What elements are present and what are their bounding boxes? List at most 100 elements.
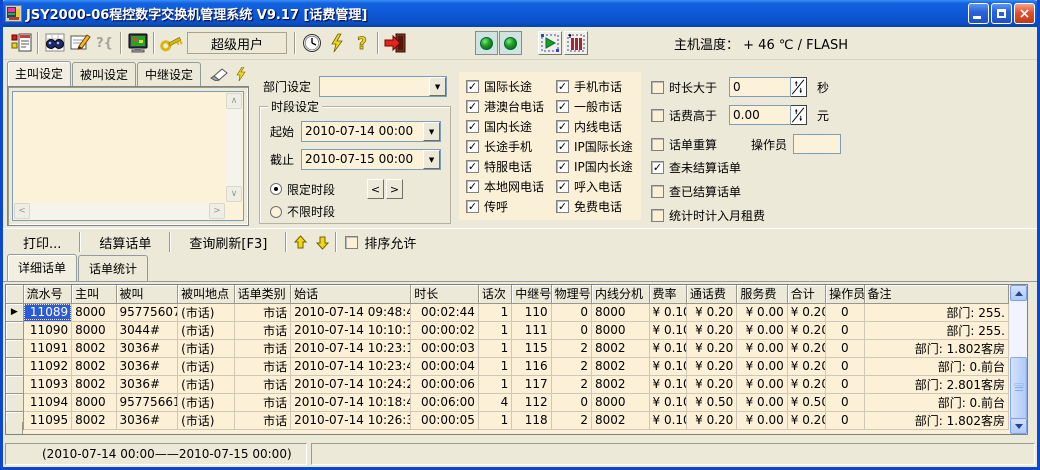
cell[interactable]: ¥ 0.20 bbox=[787, 375, 825, 393]
cell[interactable]: ¥ 0.10 bbox=[649, 393, 686, 411]
fee-input[interactable]: 0.00 bbox=[729, 105, 791, 125]
cell[interactable]: ¥ 0.10 bbox=[649, 411, 686, 429]
cell[interactable]: (市话) bbox=[178, 393, 235, 411]
dropdown-arrow-icon[interactable]: ▼ bbox=[429, 77, 446, 96]
cell[interactable]: ¥ 0.20 bbox=[787, 303, 825, 321]
list-vertical-scrollbar[interactable]: ∧ ∨ bbox=[226, 93, 242, 202]
cell[interactable]: 0 bbox=[826, 411, 864, 429]
find-icon[interactable] bbox=[42, 30, 67, 56]
exit-icon[interactable] bbox=[382, 30, 407, 56]
cell[interactable]: 00:06:00 bbox=[411, 393, 479, 411]
cell[interactable]: 8000 bbox=[72, 303, 116, 321]
cell[interactable]: 8002 bbox=[591, 357, 649, 375]
cell[interactable]: 市话 bbox=[234, 321, 291, 339]
column-header[interactable]: 被叫地点 bbox=[178, 285, 235, 303]
checkbox-checked-icon[interactable] bbox=[466, 140, 479, 153]
cell[interactable]: ¥ 0.20 bbox=[686, 411, 736, 429]
refresh-button[interactable]: 查询刷新[F3] bbox=[173, 233, 283, 252]
print-button[interactable]: 打印... bbox=[7, 233, 77, 252]
move-down-button[interactable] bbox=[311, 231, 333, 253]
monthly-fee-label[interactable]: 统计时计入月租费 bbox=[669, 207, 765, 224]
column-header[interactable]: 主叫 bbox=[72, 285, 116, 303]
cell[interactable]: 3044# bbox=[116, 321, 178, 339]
column-header[interactable]: 物理号 bbox=[551, 285, 591, 303]
cell[interactable]: 0 bbox=[826, 303, 864, 321]
end-datetime-combobox[interactable]: 2010-07-15 00:00 ▼ bbox=[301, 149, 441, 170]
clock-icon[interactable] bbox=[299, 30, 324, 56]
cell[interactable]: 117 bbox=[512, 375, 551, 393]
cell[interactable]: 8000 bbox=[591, 321, 649, 339]
column-header[interactable]: 话单类别 bbox=[234, 285, 291, 303]
cell[interactable]: 市话 bbox=[234, 375, 291, 393]
unsettled-checkbox[interactable] bbox=[651, 161, 664, 174]
cell[interactable]: 116 bbox=[512, 357, 551, 375]
column-header[interactable]: 通话费 bbox=[686, 285, 736, 303]
prev-day-button[interactable]: < bbox=[367, 179, 384, 199]
call-type-option[interactable]: 传呼 bbox=[466, 196, 556, 216]
checkbox-checked-icon[interactable] bbox=[556, 200, 569, 213]
sort-allow-checkbox[interactable] bbox=[345, 236, 358, 249]
call-type-option[interactable]: 长途手机 bbox=[466, 136, 556, 156]
cell[interactable]: 3036# bbox=[116, 375, 178, 393]
duration-label[interactable]: 时长大于 bbox=[669, 79, 717, 96]
next-day-button[interactable]: > bbox=[386, 179, 403, 199]
call-type-option[interactable]: 国际长途 bbox=[466, 76, 556, 96]
spinner-icon[interactable] bbox=[791, 105, 807, 125]
cell[interactable]: (市话) bbox=[178, 321, 235, 339]
cell[interactable]: 00:00:05 bbox=[411, 411, 479, 429]
cell[interactable]: ¥ 0.20 bbox=[686, 321, 736, 339]
settled-checkbox[interactable] bbox=[651, 185, 664, 198]
column-header[interactable]: 服务费 bbox=[737, 285, 787, 303]
cell[interactable]: 部门: 0.前台 bbox=[864, 357, 1009, 375]
call-type-option[interactable]: 手机市话 bbox=[556, 76, 633, 96]
cell[interactable]: 111 bbox=[512, 321, 551, 339]
cell[interactable]: 95775661# bbox=[116, 393, 178, 411]
cell[interactable]: 0 bbox=[551, 321, 591, 339]
tab-record-statistics[interactable]: 话单统计 bbox=[78, 255, 148, 281]
limited-period-radio[interactable] bbox=[270, 183, 282, 195]
table-row[interactable]: 1109280023036#(市话)市话2010-07-14 10:23:450… bbox=[6, 357, 1009, 375]
cell[interactable]: 118 bbox=[512, 411, 551, 429]
cell[interactable]: 2 bbox=[551, 411, 591, 429]
tab-detailed-records[interactable]: 详细话单 bbox=[7, 254, 77, 281]
cell[interactable]: ¥ 0.00 bbox=[737, 303, 787, 321]
cell[interactable]: 8002 bbox=[591, 339, 649, 357]
cell[interactable]: 0 bbox=[551, 393, 591, 411]
edit-icon[interactable] bbox=[67, 30, 92, 56]
cell[interactable]: 1 bbox=[478, 321, 511, 339]
cell[interactable]: 1 bbox=[478, 303, 511, 321]
cell[interactable]: 3036# bbox=[116, 357, 178, 375]
column-header[interactable]: 始话 bbox=[291, 285, 411, 303]
cell[interactable]: 2010-07-14 10:23:18 bbox=[291, 339, 411, 357]
column-header[interactable]: 内线分机 bbox=[591, 285, 649, 303]
checkbox-checked-icon[interactable] bbox=[466, 160, 479, 173]
minimize-button[interactable] bbox=[968, 3, 989, 24]
dropdown-arrow-icon[interactable]: ▼ bbox=[423, 122, 440, 141]
monitor-icon[interactable] bbox=[125, 30, 150, 56]
recalc-checkbox[interactable] bbox=[651, 138, 664, 151]
column-header[interactable]: 备注 bbox=[864, 285, 1009, 303]
cell[interactable]: ¥ 0.00 bbox=[737, 321, 787, 339]
cell[interactable]: ¥ 0.20 bbox=[787, 339, 825, 357]
column-header[interactable]: 流水号 bbox=[23, 285, 71, 303]
cell[interactable]: 市话 bbox=[234, 357, 291, 375]
cell[interactable]: 2010-07-14 10:18:45 bbox=[291, 393, 411, 411]
cell[interactable]: 0 bbox=[826, 357, 864, 375]
cell[interactable]: ¥ 0.10 bbox=[649, 357, 686, 375]
cell[interactable]: 部门: 255. bbox=[864, 321, 1009, 339]
cell[interactable]: 11091 bbox=[23, 339, 71, 357]
close-button[interactable]: × bbox=[1014, 3, 1035, 24]
cell[interactable]: 11094 bbox=[23, 393, 71, 411]
fee-checkbox[interactable] bbox=[651, 109, 664, 122]
column-header[interactable]: 话次 bbox=[478, 285, 511, 303]
cell[interactable]: ¥ 0.10 bbox=[649, 303, 686, 321]
cell[interactable]: 部门: 1.802客房 bbox=[864, 339, 1009, 357]
cell[interactable]: 8002 bbox=[591, 411, 649, 429]
cell[interactable]: ¥ 0.20 bbox=[686, 375, 736, 393]
cell[interactable]: 00:00:06 bbox=[411, 375, 479, 393]
cell[interactable]: ¥ 0.10 bbox=[649, 321, 686, 339]
table-row[interactable]: 1109580023036#(市话)市话2010-07-14 10:26:390… bbox=[6, 411, 1009, 429]
cell[interactable]: 00:00:03 bbox=[411, 339, 479, 357]
cell[interactable]: ¥ 0.00 bbox=[737, 375, 787, 393]
call-type-option[interactable]: IP国内长途 bbox=[556, 156, 633, 176]
